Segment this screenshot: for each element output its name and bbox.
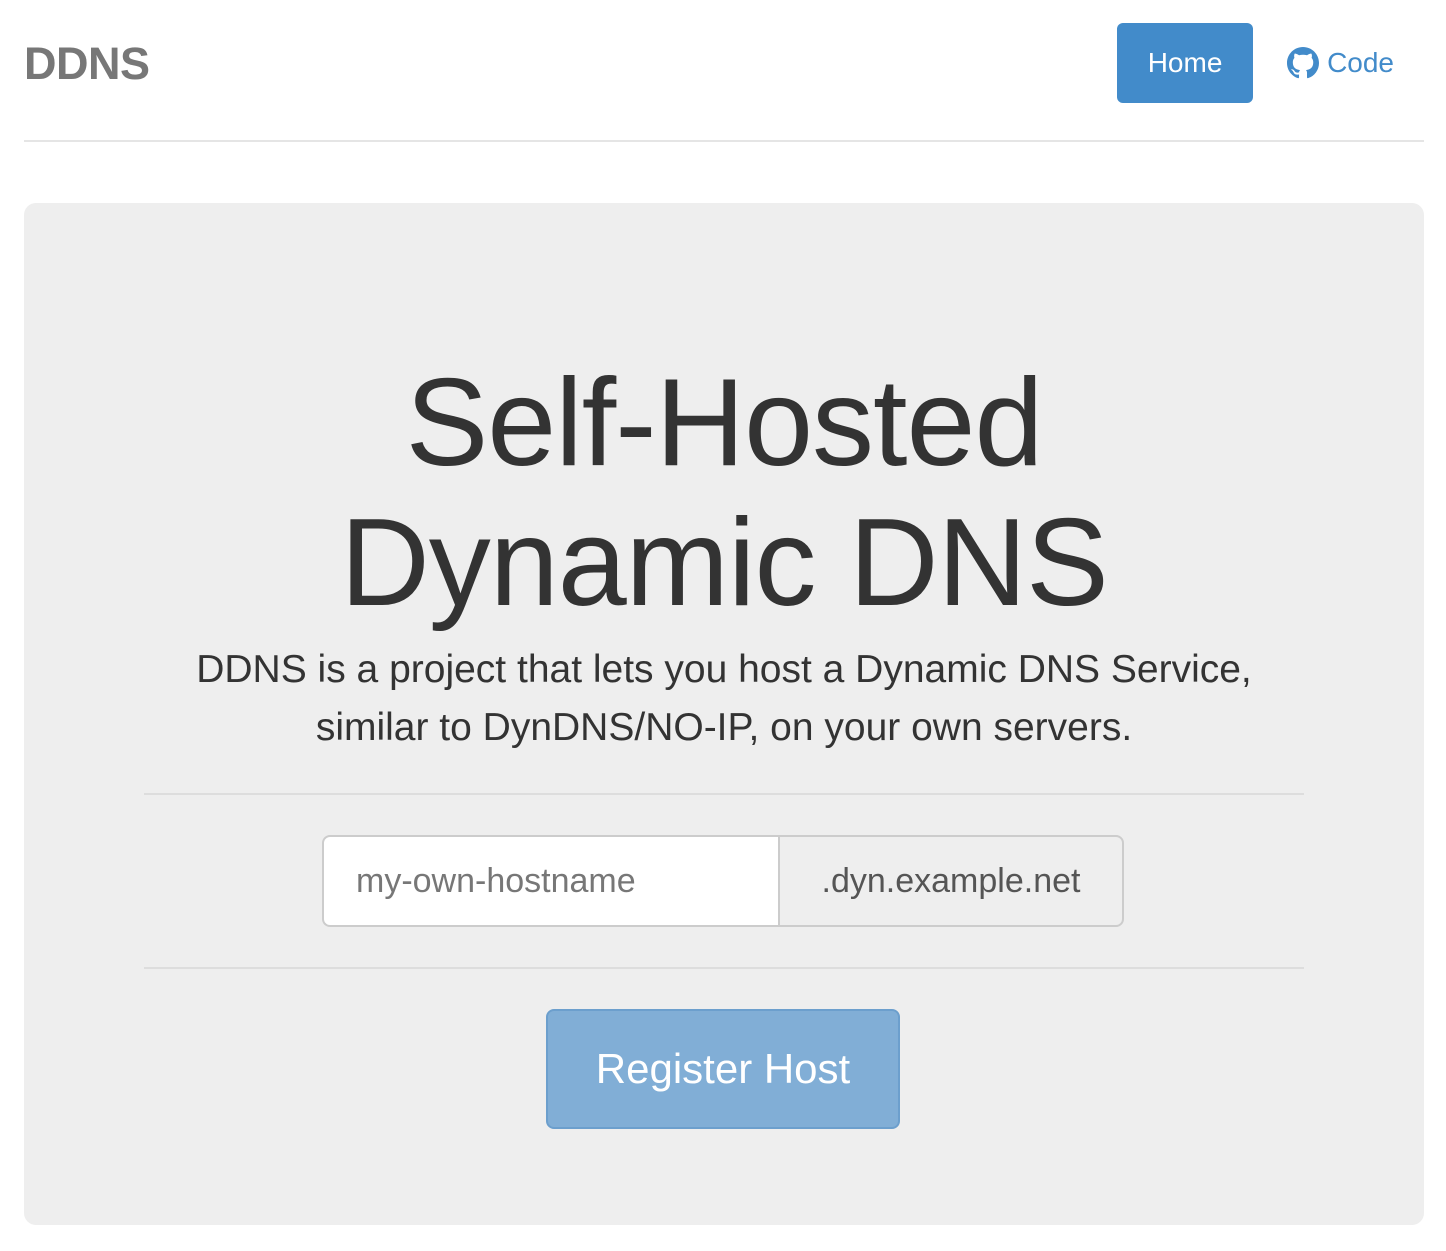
hostname-input-group: .dyn.example.net — [322, 835, 1124, 927]
nav-code-label: Code — [1327, 47, 1394, 78]
nav-code-link[interactable]: Code — [1253, 23, 1424, 103]
divider-bottom — [144, 967, 1304, 969]
register-host-button[interactable]: Register Host — [546, 1009, 900, 1129]
register-host-label: Register Host — [595, 1045, 851, 1092]
divider-top — [144, 793, 1304, 795]
jumbotron: Self-Hosted Dynamic DNS DDNS is a projec… — [24, 203, 1424, 1225]
github-icon — [1287, 47, 1320, 79]
header: DDNS Home Code — [24, 0, 1424, 142]
page: DDNS Home Code Self-Hosted Dynamic DNS D… — [0, 0, 1446, 1251]
lead-line-2: similar to DynDNS/NO-IP, on your own ser… — [315, 706, 1133, 749]
hostname-input[interactable] — [322, 835, 778, 927]
lead-text: DDNS is a project that lets you host a D… — [24, 641, 1424, 757]
nav-bar: Home Code — [1117, 23, 1424, 103]
domain-suffix-addon: .dyn.example.net — [778, 835, 1124, 927]
title-line-1: Self-Hosted — [405, 354, 1044, 492]
page-title: Self-Hosted Dynamic DNS — [24, 353, 1424, 633]
title-line-2: Dynamic DNS — [340, 494, 1109, 632]
nav-home-button[interactable]: Home — [1117, 23, 1254, 103]
brand-title: DDNS — [24, 38, 150, 89]
nav-home-label: Home — [1147, 47, 1223, 78]
lead-line-1: DDNS is a project that lets you host a D… — [196, 648, 1252, 691]
